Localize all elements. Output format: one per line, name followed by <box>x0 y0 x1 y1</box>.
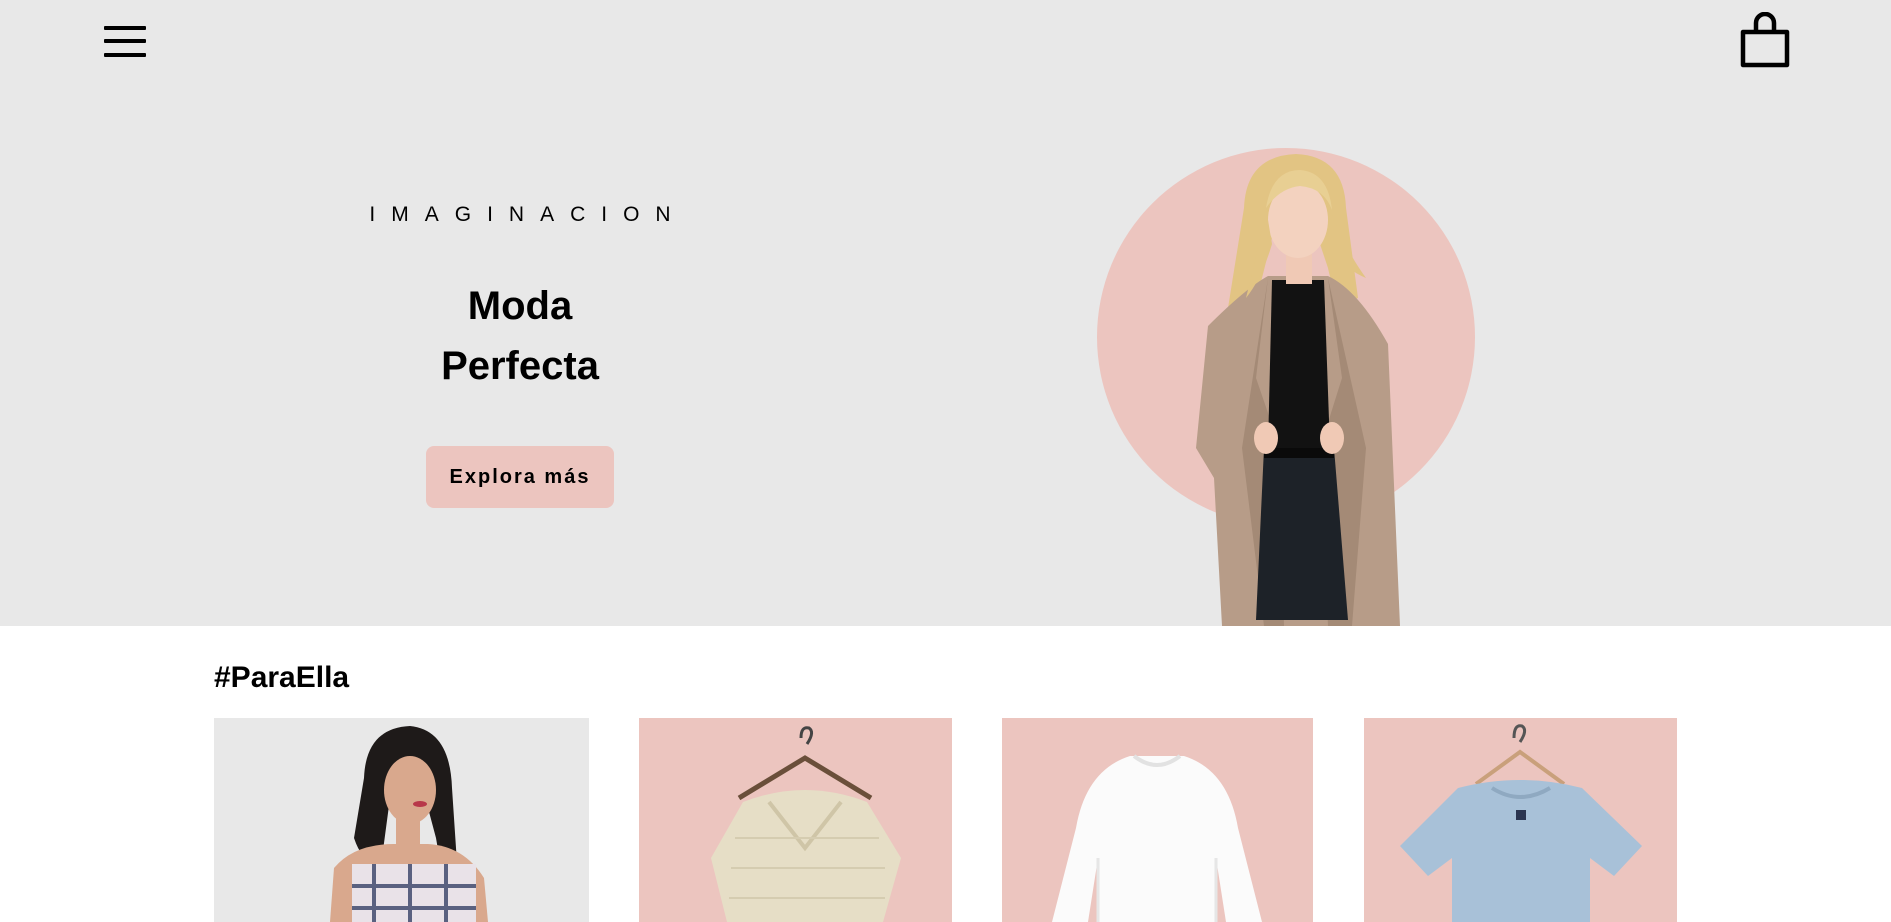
hero-image <box>1096 148 1476 626</box>
hero-tagline: IMAGINACION <box>369 203 687 226</box>
product-card-woman-plaid-top[interactable] <box>214 718 589 922</box>
hero-headline-line-1: Moda <box>467 284 573 328</box>
hero-headline-line-2: Perfecta <box>441 344 599 388</box>
hero-headline: Moda Perfecta <box>320 276 720 396</box>
hero-section: IMAGINACION Moda Perfecta Explora más <box>0 0 1891 626</box>
shopping-bag-icon[interactable] <box>1740 12 1790 68</box>
product-card-blue-tshirt[interactable] <box>1364 718 1677 922</box>
product-card-white-shirt[interactable] <box>1002 718 1313 922</box>
hamburger-menu-icon[interactable] <box>104 26 146 60</box>
product-card-knit-sweater[interactable] <box>639 718 952 922</box>
menu-bar <box>104 39 146 43</box>
collection-title: #ParaElla <box>214 661 350 694</box>
menu-bar <box>104 26 146 30</box>
product-grid <box>0 718 1891 922</box>
menu-bar <box>104 53 146 57</box>
explore-more-button[interactable]: Explora más <box>426 446 614 508</box>
